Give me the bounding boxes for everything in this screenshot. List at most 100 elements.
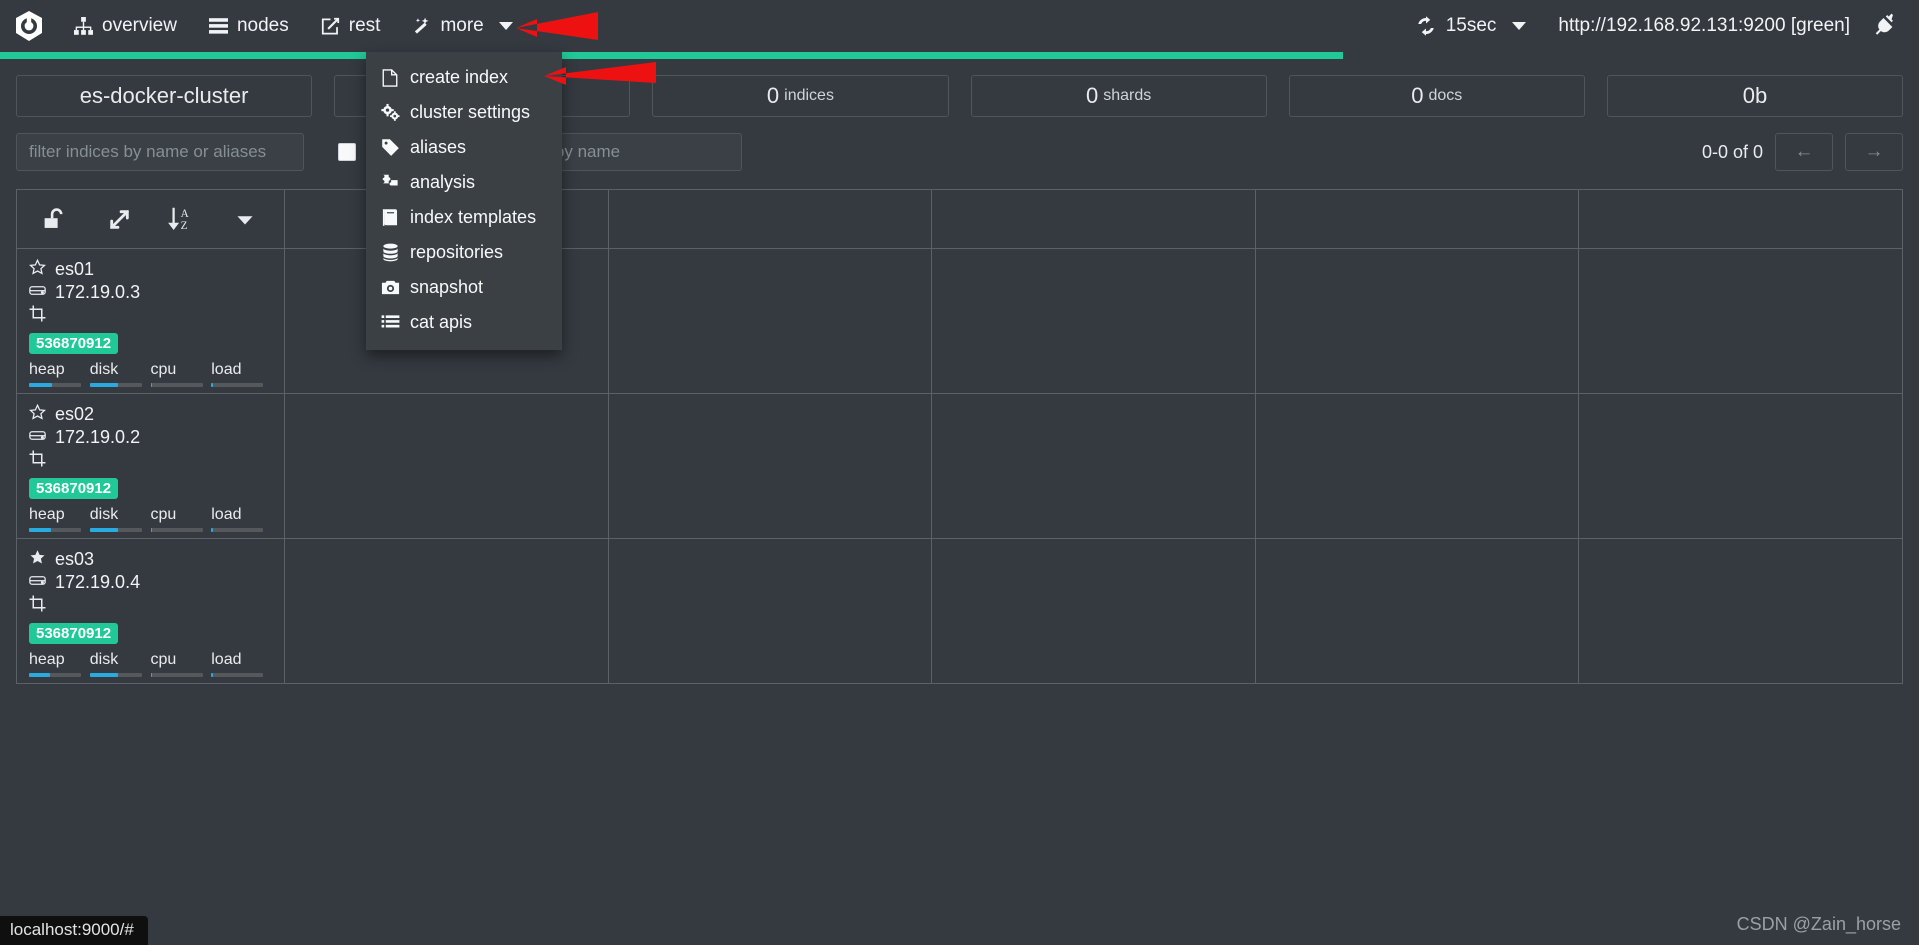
filters-row: ial (0) 0-0 of 0 ← →: [0, 117, 1919, 171]
disconnect-plug-button[interactable]: [1866, 12, 1919, 40]
menu-item-aliases[interactable]: aliases: [366, 130, 562, 165]
grid-cell: [607, 248, 933, 394]
menu-item-cluster-settings[interactable]: cluster settings: [366, 95, 562, 130]
cluster-name-value: es-docker-cluster: [79, 83, 249, 108]
node-cell-es02[interactable]: es02 172.19.0.2 536870912 heap disk cpu …: [16, 393, 285, 539]
metric-heap: heap: [29, 361, 90, 387]
metric-label: cpu: [150, 361, 177, 378]
node-metrics: heap disk cpu load: [29, 361, 272, 387]
metric-bar: [29, 673, 81, 677]
menu-item-snapshot[interactable]: snapshot: [366, 270, 562, 305]
plug-icon: [1874, 12, 1897, 40]
table-row: es01 172.19.0.3 536870912 heap disk cpu …: [16, 248, 1903, 394]
crop-icon[interactable]: [29, 450, 46, 472]
svg-text:A: A: [180, 208, 188, 220]
node-cell-es01[interactable]: es01 172.19.0.3 536870912 heap disk cpu …: [16, 248, 285, 394]
stat-size: 0b: [1606, 75, 1904, 117]
nav-item-nodes[interactable]: nodes: [193, 0, 305, 52]
nav-item-more[interactable]: more: [396, 0, 528, 52]
index-filter-input[interactable]: [16, 133, 304, 171]
star-filled-icon[interactable]: [29, 549, 46, 571]
refresh-interval-selector[interactable]: 15sec: [1400, 0, 1543, 52]
hard-drive-icon: [29, 282, 46, 304]
watermark: CSDN @Zain_horse: [1736, 914, 1901, 934]
menu-label: snapshot: [410, 277, 484, 297]
cluster-grid: A Z es01 172.19.0.3 536870912 heap disk …: [16, 189, 1903, 684]
nav-item-overview[interactable]: overview: [58, 0, 193, 52]
metric-cpu: cpu: [150, 506, 212, 532]
indices-unit: indices: [784, 87, 834, 104]
node-resize-line: [29, 449, 272, 472]
pagination-next-button[interactable]: →: [1845, 133, 1903, 171]
node-ip-line: 172.19.0.4: [29, 571, 272, 594]
metric-bar: [29, 528, 81, 532]
node-heap-badge-wrap: 536870912: [29, 327, 272, 354]
metric-heap: heap: [29, 651, 90, 677]
node-cell-es03[interactable]: es03 172.19.0.4 536870912 heap disk cpu …: [16, 538, 285, 684]
node-name: es01: [55, 259, 95, 279]
svg-text:Z: Z: [180, 220, 187, 232]
sort-alpha-asc-icon[interactable]: A Z: [151, 205, 214, 233]
stat-indices: 0 indices: [652, 75, 949, 117]
metric-label: load: [211, 651, 242, 668]
nav-label-overview: overview: [102, 15, 177, 36]
grid-cell: [1578, 393, 1903, 539]
magic-wand-icon: [412, 17, 431, 36]
node-name-line: es02: [29, 403, 272, 426]
star-outline-icon[interactable]: [29, 403, 46, 426]
refresh-icon: [1416, 16, 1436, 36]
puzzle-icon: [380, 173, 400, 192]
unlock-icon[interactable]: [25, 206, 88, 232]
more-dropdown-menu: create index cluster settings aliases an…: [366, 52, 562, 350]
crop-icon[interactable]: [29, 305, 46, 327]
menu-item-repositories[interactable]: repositories: [366, 235, 562, 270]
nav-label-nodes: nodes: [236, 15, 289, 36]
sitemap-icon: [74, 16, 93, 36]
menu-item-analysis[interactable]: analysis: [366, 165, 562, 200]
metric-bar: [211, 673, 264, 677]
grid-cell: [1254, 248, 1580, 394]
nav-item-rest[interactable]: rest: [305, 0, 397, 52]
database-icon: [380, 243, 400, 262]
crop-icon[interactable]: [29, 595, 46, 617]
gears-icon: [380, 103, 400, 122]
cerebro-logo-icon[interactable]: [0, 0, 58, 52]
pagination-prev-button[interactable]: ←: [1775, 133, 1833, 171]
metric-cpu: cpu: [150, 361, 212, 387]
metric-label: heap: [29, 651, 65, 668]
node-ip: 172.19.0.4: [55, 572, 141, 592]
cluster-health-strip: [0, 52, 1919, 59]
grid-header-controls-cell: A Z: [16, 189, 285, 249]
grid-header-row: A Z: [16, 189, 1903, 249]
node-ip: 172.19.0.2: [55, 427, 141, 447]
refresh-label: 15sec: [1445, 15, 1497, 36]
metric-label: heap: [29, 506, 65, 523]
metric-disk: disk: [89, 506, 151, 532]
grid-cell: [1578, 538, 1903, 684]
menu-item-create-index[interactable]: create index: [366, 60, 562, 95]
pagination-count: 0-0 of 0: [1701, 141, 1763, 162]
chevron-down-icon[interactable]: [213, 208, 276, 230]
metric-label: load: [211, 361, 242, 378]
cluster-url-label[interactable]: http://192.168.92.131:9200 [green]: [1542, 15, 1866, 37]
metric-bar: [150, 673, 203, 677]
node-name: es03: [55, 549, 95, 569]
hard-drive-icon: [29, 427, 46, 449]
top-navbar: overview nodes rest more 15sec http://19…: [0, 0, 1919, 52]
metric-bar: [150, 383, 203, 387]
metric-bar: [89, 673, 142, 677]
status-badge: 536870912: [29, 333, 119, 354]
special-indices-checkbox[interactable]: [338, 143, 356, 161]
metric-cpu: cpu: [150, 651, 212, 677]
menu-item-index-templates[interactable]: index templates: [366, 200, 562, 235]
edit-square-icon: [321, 17, 340, 36]
metric-heap: heap: [29, 506, 90, 532]
menu-item-cat-apis[interactable]: cat apis: [366, 305, 562, 340]
expand-arrows-icon[interactable]: [88, 207, 151, 232]
node-ip-line: 172.19.0.3: [29, 281, 272, 304]
shards-unit: shards: [1103, 87, 1152, 104]
metric-label: disk: [89, 506, 119, 523]
grid-cell: [1578, 248, 1903, 394]
star-outline-icon[interactable]: [29, 258, 46, 281]
stat-docs: 0 docs: [1288, 75, 1585, 117]
